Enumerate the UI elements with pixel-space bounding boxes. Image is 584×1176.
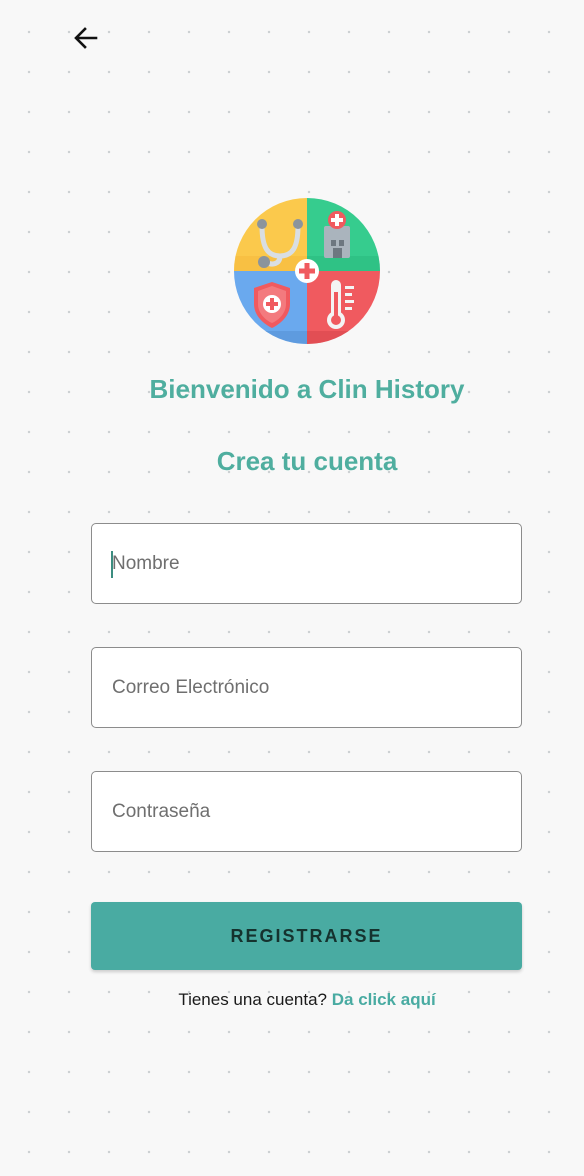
form-title: Crea tu cuenta	[216, 446, 398, 476]
register-button[interactable]: REGISTRARSE	[91, 902, 522, 970]
welcome-title: Bienvenido a Clin History	[149, 374, 465, 404]
back-button[interactable]	[68, 20, 104, 56]
register-button-label: REGISTRARSE	[230, 925, 383, 946]
password-input[interactable]	[112, 772, 502, 851]
text-caret	[111, 551, 113, 578]
email-field[interactable]	[91, 647, 522, 728]
email-input[interactable]	[112, 648, 502, 727]
login-prompt: Tienes una cuenta? Da click aquí	[0, 990, 584, 1010]
login-question: Tienes una cuenta?	[178, 990, 328, 1009]
arrow-left-icon	[74, 27, 98, 49]
clin-history-logo-icon	[234, 198, 380, 344]
name-input[interactable]	[112, 524, 502, 603]
login-link[interactable]: Da click aquí	[332, 990, 436, 1009]
name-field[interactable]	[91, 523, 522, 604]
password-field[interactable]	[91, 771, 522, 852]
